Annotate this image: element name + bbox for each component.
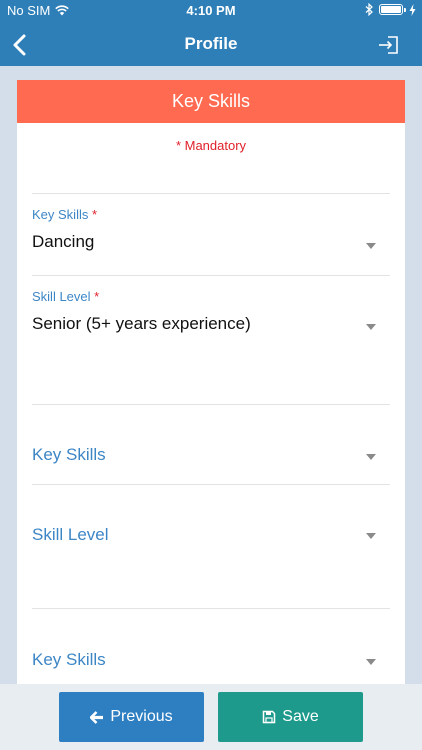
divider <box>32 193 390 194</box>
dropdown-caret-icon <box>366 533 376 539</box>
skill-level-value: Senior (5+ years experience) <box>32 314 251 333</box>
required-marker: * <box>91 207 98 222</box>
divider <box>32 608 390 609</box>
battery-icon <box>379 4 406 15</box>
key-skills-card: Key Skills * Mandatory Key Skills * Danc… <box>17 80 405 700</box>
divider <box>32 404 390 405</box>
key-skills-placeholder: Key Skills <box>32 650 106 669</box>
key-skills-select-2[interactable]: Key Skills <box>32 445 390 465</box>
logout-icon[interactable] <box>378 36 398 54</box>
status-time: 4:10 PM <box>186 3 236 18</box>
dropdown-caret-icon <box>366 324 376 330</box>
dropdown-caret-icon <box>366 454 376 460</box>
footer-bar: Previous Save <box>0 684 422 750</box>
arrow-left-icon <box>90 710 104 724</box>
key-skills-select-1[interactable]: Key Skills * Dancing <box>32 207 390 252</box>
charging-icon <box>409 3 416 16</box>
skill-level-label: Skill Level * <box>32 289 100 304</box>
page-title: Profile <box>184 34 238 53</box>
card-header: Key Skills <box>17 80 405 123</box>
nav-bar: Profile <box>0 22 422 66</box>
skill-level-placeholder: Skill Level <box>32 525 109 544</box>
dropdown-caret-icon <box>366 659 376 665</box>
previous-button[interactable]: Previous <box>59 692 204 742</box>
key-skills-placeholder: Key Skills <box>32 445 106 464</box>
key-skills-value: Dancing <box>32 232 95 251</box>
status-right <box>365 3 416 16</box>
required-marker: * <box>94 289 100 304</box>
save-label: Save <box>282 708 319 725</box>
skill-level-select-2[interactable]: Skill Level <box>32 525 390 545</box>
floppy-disk-icon <box>263 710 276 724</box>
previous-label: Previous <box>110 708 173 725</box>
save-button[interactable]: Save <box>218 692 363 742</box>
mandatory-note: * Mandatory <box>175 138 247 153</box>
key-skills-select-3[interactable]: Key Skills <box>32 650 390 670</box>
skill-level-select-1[interactable]: Skill Level * Senior (5+ years experienc… <box>32 289 390 334</box>
divider <box>32 275 390 276</box>
divider <box>32 484 390 485</box>
status-bar: No SIM 4:10 PM <box>0 0 422 22</box>
dropdown-caret-icon <box>366 243 376 249</box>
bluetooth-icon <box>365 3 373 16</box>
key-skills-label: Key Skills * <box>32 207 98 222</box>
